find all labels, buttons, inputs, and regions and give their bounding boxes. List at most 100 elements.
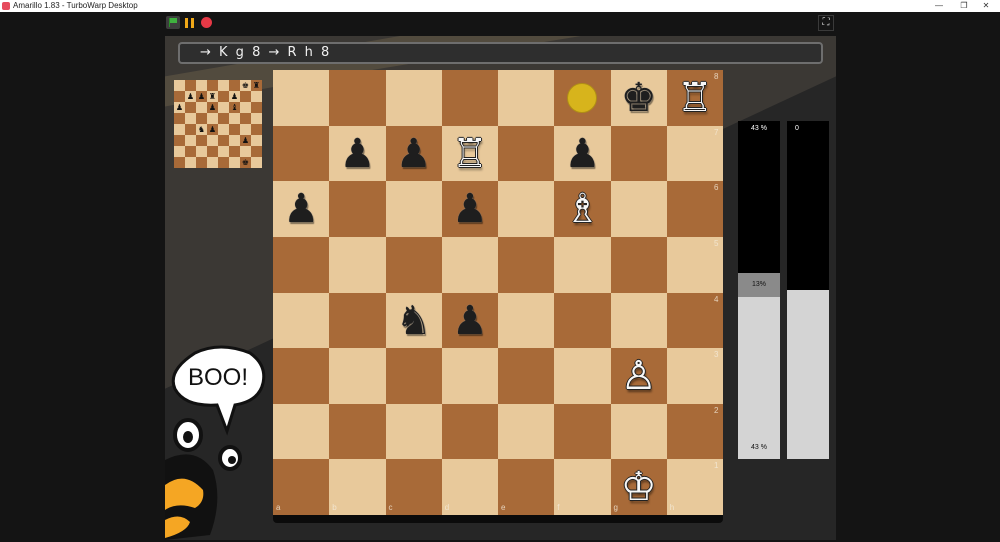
file-label-e: e [501, 503, 506, 512]
board-square-e3[interactable] [498, 348, 555, 404]
black-piece-f7[interactable]: ♟ [554, 126, 610, 182]
board-square-c5[interactable] [385, 236, 442, 293]
board-square-a3[interactable] [273, 348, 330, 404]
move-hint-marker[interactable] [567, 82, 598, 113]
rank-label-2: 2 [714, 405, 719, 415]
board-square-c3[interactable] [385, 348, 442, 404]
mini-square [196, 102, 207, 113]
board-square-a4[interactable] [273, 292, 330, 349]
board-square-b3[interactable] [329, 348, 386, 404]
board-square-b5[interactable] [329, 236, 386, 293]
board-square-f1[interactable] [554, 459, 611, 515]
board-square-f5[interactable] [554, 236, 611, 293]
file-label-f: f [557, 503, 560, 512]
board-square-e8[interactable] [498, 70, 555, 126]
board-square-e6[interactable] [498, 181, 555, 237]
mini-piece-d6: ♟ [208, 103, 217, 112]
mini-square [251, 157, 262, 168]
green-flag-icon[interactable] [166, 16, 180, 29]
board-square-b8[interactable] [329, 70, 386, 126]
mini-square [218, 80, 229, 91]
board-square-a8[interactable] [273, 70, 330, 126]
white-piece-d7[interactable]: ♖ [442, 126, 498, 182]
close-button[interactable]: ✕ [972, 0, 1000, 12]
board-square-f2[interactable] [554, 403, 611, 460]
mini-square [207, 157, 218, 168]
mini-square [251, 102, 262, 113]
mini-square [229, 146, 240, 157]
mini-square [196, 157, 207, 168]
board-square-e1[interactable] [498, 459, 555, 515]
mini-square [207, 135, 218, 146]
board-square-g2[interactable] [610, 403, 667, 460]
board-square-e2[interactable] [498, 403, 555, 460]
board-square-d3[interactable] [441, 348, 498, 404]
board-square-a7[interactable] [273, 125, 330, 182]
mini-square [185, 102, 196, 113]
mini-square [207, 113, 218, 124]
minimize-button[interactable]: — [925, 0, 953, 12]
black-piece-d6[interactable]: ♟ [442, 181, 498, 237]
mini-square [240, 91, 251, 102]
eval-bar-right: 0 [787, 121, 829, 459]
mini-square [185, 157, 196, 168]
mini-piece-g3: ♟ [241, 136, 250, 145]
eval-bar-right-fill [787, 290, 829, 459]
board-square-e7[interactable] [498, 125, 555, 182]
board-square-a5[interactable] [273, 236, 330, 293]
black-piece-b7[interactable]: ♟ [329, 126, 385, 182]
black-piece-c7[interactable]: ♟ [386, 126, 442, 182]
mini-piece-g8: ♚ [241, 81, 250, 90]
eval-bar-left-fill [738, 296, 780, 459]
fullscreen-icon[interactable]: ⛶ [818, 15, 834, 31]
mini-square [207, 146, 218, 157]
board-square-g4[interactable] [610, 292, 667, 349]
board-square-b1[interactable] [329, 459, 386, 515]
board-square-a2[interactable] [273, 403, 330, 460]
white-piece-f6[interactable]: ♗ [554, 181, 610, 237]
board-square-d5[interactable] [441, 236, 498, 293]
board-square-d8[interactable] [441, 70, 498, 126]
eval-right-top-label: 0 [795, 125, 799, 132]
mini-square [229, 157, 240, 168]
white-piece-h8[interactable]: ♖ [667, 70, 723, 126]
board-square-g6[interactable] [610, 181, 667, 237]
board-square-c2[interactable] [385, 403, 442, 460]
board-square-d1[interactable] [441, 459, 498, 515]
board-square-a1[interactable] [273, 459, 330, 515]
mini-piece-h8: ♜ [252, 81, 261, 90]
board-square-f4[interactable] [554, 292, 611, 349]
board-square-g7[interactable] [610, 125, 667, 182]
board-square-g5[interactable] [610, 236, 667, 293]
board-square-f3[interactable] [554, 348, 611, 404]
board-square-c6[interactable] [385, 181, 442, 237]
mini-piece-g1: ♚ [241, 158, 250, 167]
black-piece-a6[interactable]: ♟ [273, 181, 329, 237]
file-label-h: h [669, 503, 675, 512]
board-square-b4[interactable] [329, 292, 386, 349]
app-icon [2, 2, 10, 10]
mini-square [174, 157, 185, 168]
black-piece-d4[interactable]: ♟ [442, 293, 498, 349]
board-square-e5[interactable] [498, 236, 555, 293]
board-square-b2[interactable] [329, 403, 386, 460]
mini-square [251, 113, 262, 124]
rank-label-6: 6 [714, 183, 719, 193]
pause-icon[interactable] [185, 18, 194, 28]
board-square-b6[interactable] [329, 181, 386, 237]
chess-board[interactable]: a b c d e f g h 8 7 6 5 4 3 2 1 ♚ ♖ ♟ ♟ ♖ ♟ ♟ ♟ ♗ ♞ ♟ ♙ ♔ [273, 70, 723, 523]
black-piece-g8[interactable]: ♚ [611, 70, 667, 126]
black-piece-c4[interactable]: ♞ [386, 293, 442, 349]
mini-square [251, 124, 262, 135]
white-piece-g1[interactable]: ♔ [611, 459, 667, 515]
eval-left-top-label: 43 % [751, 125, 767, 132]
stop-icon[interactable] [201, 17, 212, 28]
white-piece-g3[interactable]: ♙ [611, 348, 667, 404]
mini-piece-f6: ♝ [230, 103, 239, 112]
mini-square [229, 80, 240, 91]
board-square-e4[interactable] [498, 292, 555, 349]
board-square-c1[interactable] [385, 459, 442, 515]
mini-square [229, 135, 240, 146]
board-square-c8[interactable] [385, 70, 442, 126]
board-square-d2[interactable] [441, 403, 498, 460]
